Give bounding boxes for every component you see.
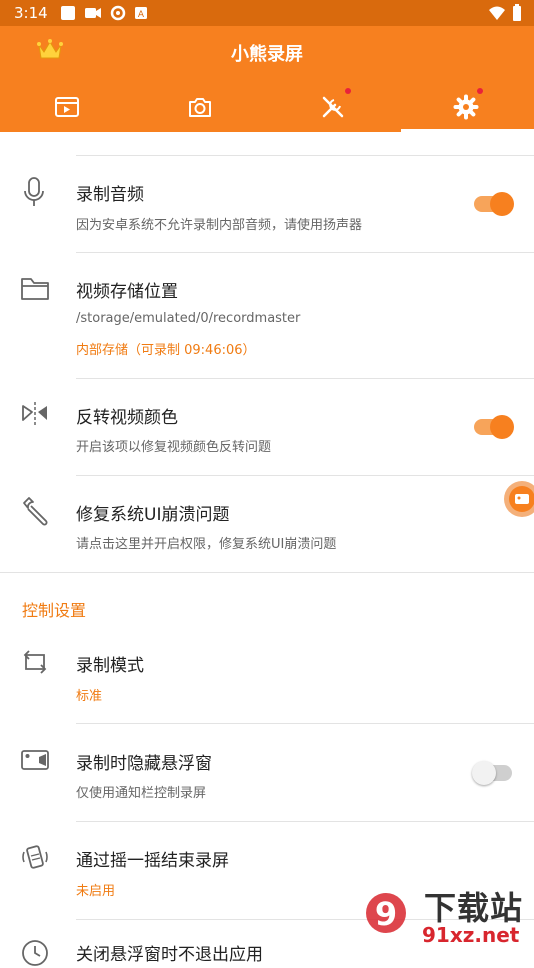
notification-square-icon [61,6,75,20]
section-header-controls: 控制设置 [22,601,87,620]
svg-text:A: A [138,10,145,20]
list-divider [76,252,534,253]
camera-icon [188,98,211,117]
setting-title: 反转视频颜色 [76,408,178,428]
tab-settings[interactable] [399,82,532,132]
setting-title: 录制模式 [76,656,144,676]
video-camera-status-icon [85,8,101,18]
status-notification-icons: A [60,5,148,21]
app-title: 小熊录屏 [231,44,303,65]
repeat-icon [23,650,47,674]
record-mode-value: 标准 [76,689,103,704]
gear-icon [453,94,478,120]
list-divider [76,475,534,476]
wrench-icon [23,497,48,526]
setting-subtitle: 开启该项以修复视频颜色反转问题 [76,440,272,455]
list-divider [76,723,534,724]
settings-notification-dot [477,88,483,94]
setting-subtitle: 因为安卓系统不允许录制内部音频，请使用扬声器 [76,218,363,233]
list-divider [76,821,534,822]
status-bar: 3:14 A [0,0,534,26]
sync-status-icon [110,5,126,21]
hide-floating-window-toggle[interactable] [472,761,512,785]
folder-icon [21,278,49,300]
tab-videos[interactable] [0,82,133,132]
setting-title: 通过摇一摇结束录屏 [76,851,229,871]
a-status-icon: A [135,7,147,20]
microphone-icon [24,177,44,206]
list-divider [76,155,534,156]
floating-record-button[interactable] [504,481,534,517]
tools-icon [322,96,343,118]
floating-window-icon [21,750,49,770]
app-bar: 小熊录屏 [0,26,534,132]
setting-title: 视频存储位置 [76,282,178,302]
svg-text:9: 9 [375,895,397,933]
setting-title: 修复系统UI崩溃问题 [76,505,230,525]
wifi-icon [489,6,505,20]
setting-subtitle: 请点击这里并开启权限，修复系统UI崩溃问题 [76,537,337,552]
shake-status: 未启用 [76,884,116,899]
shake-icon [22,845,48,869]
tab-bar [0,82,534,132]
tab-indicator [401,129,534,132]
setting-title: 录制音频 [76,185,144,205]
setting-title: 录制时隐藏悬浮窗 [76,754,212,774]
watermark-domain: 91xz.net [422,923,520,947]
tools-notification-dot [345,88,351,94]
video-list-icon [54,97,79,117]
watermark-logo: 9 [366,893,406,933]
tab-screenshots[interactable] [133,82,266,132]
setting-subtitle: 仅使用通知栏控制录屏 [76,786,207,801]
setting-title: 关闭悬浮窗时不退出应用 [76,945,263,965]
flip-icon [22,402,47,426]
status-time: 3:14 [14,4,48,22]
watermark: 9 下载站 91xz.net [362,885,534,950]
storage-info: 内部存储（可录制 09:46:06） [76,343,256,358]
record-audio-toggle[interactable] [474,192,514,216]
record-camera-icon [515,494,529,504]
status-system-icons [488,4,522,22]
section-divider [0,572,534,573]
tab-tools[interactable] [266,82,399,132]
list-divider [76,378,534,379]
storage-path: /storage/emulated/0/recordmaster [76,311,301,326]
flip-colors-toggle[interactable] [474,415,514,439]
battery-icon [513,4,521,21]
clock-icon [22,940,48,966]
